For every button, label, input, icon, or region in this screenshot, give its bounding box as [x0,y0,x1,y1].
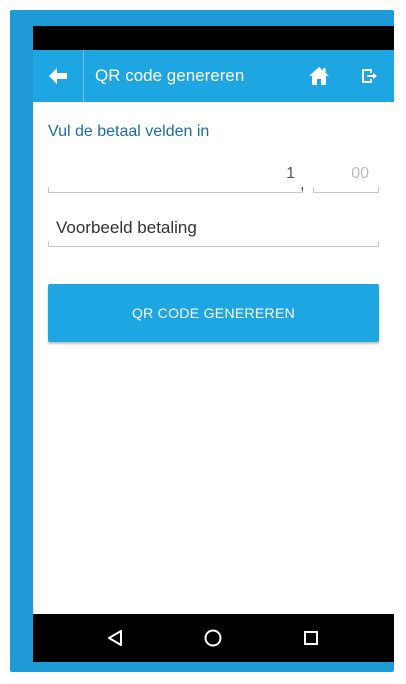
logout-button[interactable] [351,50,387,102]
underline-tick [48,241,49,246]
home-icon [309,67,329,85]
underline-tick [48,187,49,192]
square-recents-icon [304,631,318,645]
amount-decimal-underline [313,192,379,193]
nav-home-button[interactable] [183,614,243,662]
circle-home-icon [204,629,222,647]
nav-recents-button[interactable] [281,614,341,662]
generate-qr-button[interactable]: QR CODE GENEREREN [48,284,379,342]
amount-integer-underline [48,192,303,193]
underline-tick [313,187,314,192]
description-input[interactable] [48,210,379,246]
home-button[interactable] [301,50,337,102]
logout-icon [362,69,377,83]
arrow-left-icon [49,68,67,84]
status-bar [33,26,394,50]
underline-tick [378,241,379,246]
decimal-separator: , [300,176,305,193]
back-button[interactable] [33,50,83,102]
form-heading: Vul de betaal velden in [48,123,210,140]
phone-screen: QR code genereren Vul de betaal velden i… [33,26,394,662]
app-bar: QR code genereren [33,50,394,102]
nav-back-button[interactable] [85,614,145,662]
triangle-back-icon [108,630,122,646]
description-underline [48,246,379,247]
amount-decimal-input[interactable] [313,156,379,192]
navigation-bar [33,614,394,662]
amount-integer-input[interactable] [48,156,303,192]
page-title: QR code genereren [95,66,245,85]
app-bar-divider [83,50,84,102]
underline-tick [378,187,379,192]
